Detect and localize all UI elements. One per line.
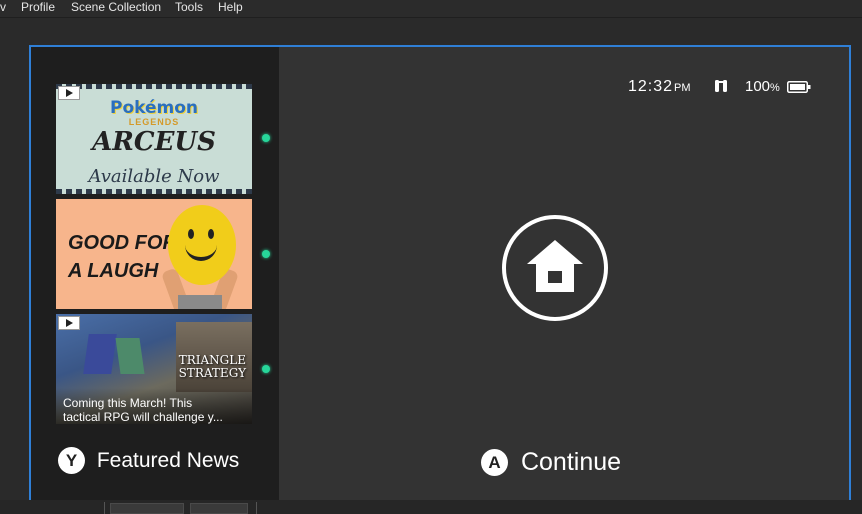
dock-tab-1[interactable] bbox=[110, 503, 184, 514]
bottom-dock bbox=[0, 500, 862, 514]
new-indicator-dot bbox=[262, 250, 270, 258]
pokemon-logo-text: Pokémon bbox=[109, 98, 198, 118]
caption-line-2: tactical RPG will challenge y... bbox=[63, 410, 223, 424]
preview-canvas: Pokémon LEGENDS ARCEUS Available Now GOO… bbox=[29, 45, 851, 506]
news-caption: Coming this March! This tactical RPG wil… bbox=[63, 396, 223, 424]
video-icon bbox=[58, 316, 80, 330]
available-now-text: Available Now bbox=[88, 166, 220, 187]
news-tile-pokemon[interactable]: Pokémon LEGENDS ARCEUS Available Now bbox=[56, 84, 252, 194]
battery-percent: 100% bbox=[745, 78, 780, 95]
battery-unit: % bbox=[770, 82, 780, 94]
home-button[interactable] bbox=[501, 214, 609, 322]
good-for-text: GOOD FOR bbox=[68, 232, 177, 254]
clock-time: 12:32 bbox=[628, 78, 674, 95]
banner-flag bbox=[83, 334, 117, 374]
tile-border-pattern bbox=[56, 189, 252, 194]
caption-line-1: Coming this March! This bbox=[63, 396, 193, 410]
battery-icon bbox=[787, 80, 811, 93]
a-laugh-text: A LAUGH bbox=[68, 260, 159, 282]
arceus-text: ARCEUS bbox=[92, 127, 216, 157]
featured-news-label: Featured News bbox=[96, 448, 240, 472]
smiley-balloon-icon bbox=[168, 205, 236, 285]
clock-ampm: PM bbox=[674, 82, 691, 94]
legends-text: LEGENDS bbox=[128, 117, 180, 127]
news-tile-triangle-strategy[interactable]: TRIANGLE STRATEGY Coming this March! Thi… bbox=[56, 314, 252, 424]
workspace: Pokémon LEGENDS ARCEUS Available Now GOO… bbox=[0, 18, 862, 506]
menu-help[interactable]: Help bbox=[218, 0, 243, 15]
y-button-icon: Y bbox=[58, 447, 85, 474]
menu-tools[interactable]: Tools bbox=[175, 0, 203, 15]
sleeve bbox=[178, 295, 222, 309]
clock: 12:32PM bbox=[628, 78, 691, 96]
divider bbox=[104, 502, 105, 514]
featured-news-panel: Pokémon LEGENDS ARCEUS Available Now GOO… bbox=[31, 47, 279, 504]
continue-button[interactable]: A Continue bbox=[481, 447, 621, 477]
home-panel: 12:32PM 100% A Continue bbox=[279, 47, 849, 504]
a-button-icon: A bbox=[481, 448, 508, 476]
menu-view[interactable]: v bbox=[0, 0, 6, 15]
banner-flag bbox=[115, 338, 145, 374]
tile-border-pattern bbox=[56, 84, 252, 89]
controller-icon bbox=[713, 78, 729, 94]
featured-news-button[interactable]: Y Featured News bbox=[58, 447, 239, 474]
news-tile-laugh[interactable]: GOOD FOR A LAUGH bbox=[56, 199, 252, 309]
continue-label: Continue bbox=[520, 447, 622, 476]
battery-value: 100 bbox=[745, 78, 771, 95]
new-indicator-dot bbox=[262, 365, 270, 373]
menu-profile[interactable]: Profile bbox=[21, 0, 55, 15]
new-indicator-dot bbox=[262, 134, 270, 142]
menu-scene-collection[interactable]: Scene Collection bbox=[71, 0, 161, 15]
menu-bar: v Profile Scene Collection Tools Help bbox=[0, 0, 862, 18]
logo-line-2: STRATEGY bbox=[178, 366, 246, 380]
triangle-strategy-logo: TRIANGLE STRATEGY bbox=[179, 354, 246, 380]
divider bbox=[256, 502, 257, 514]
dock-tab-2[interactable] bbox=[190, 503, 248, 514]
home-icon bbox=[502, 215, 608, 321]
